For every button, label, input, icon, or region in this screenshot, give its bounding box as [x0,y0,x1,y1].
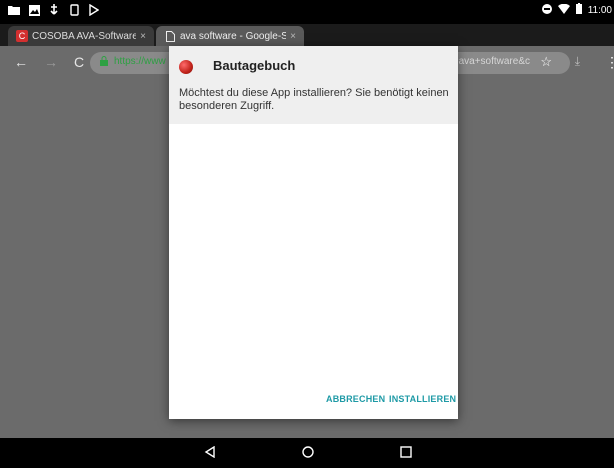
tab-strip: C COSOBA AVA-Software, Bau × ava softwar… [0,24,614,66]
url-text: https://www [114,56,166,67]
home-nav-icon[interactable] [302,445,314,461]
navigation-bar [0,438,614,468]
reload-icon[interactable]: C [74,54,84,70]
lock-icon [100,56,108,69]
app-icon [179,60,193,74]
sim-icon [68,4,80,16]
close-icon[interactable]: × [140,31,146,42]
install-button[interactable]: INSTALLIEREN [389,394,456,404]
page-icon [164,30,176,42]
back-nav-icon[interactable] [204,445,216,461]
cosoba-favicon-icon: C [16,30,28,42]
play-store-icon [88,4,100,16]
folder-icon [8,4,20,16]
image-icon [28,4,40,16]
usb-icon [48,4,60,16]
clock-time: 11:00 [587,4,612,16]
cancel-button[interactable]: ABBRECHEN [326,394,385,404]
star-bookmark-icon[interactable]: ☆ [540,54,552,70]
app-name: Bautagebuch [213,58,296,73]
tab-title: COSOBA AVA-Software, Bau [32,30,137,42]
status-bar: 11:00 [0,0,614,24]
notification-icons [8,4,100,16]
system-icons: 11:00 [541,3,612,17]
install-app-dialog: Bautagebuch Möchtest du diese App instal… [169,46,458,419]
wifi-icon [557,3,570,17]
back-arrow-icon[interactable]: ← [14,54,28,70]
forward-arrow-icon[interactable]: → [44,54,58,70]
close-icon[interactable]: × [290,31,296,42]
tab-title: ava software - Google-Suche [180,30,287,42]
recents-nav-icon[interactable] [400,445,412,461]
do-not-disturb-icon [541,3,552,17]
tab-google-search[interactable]: ava software - Google-Suche × [156,26,304,46]
tab-cosoba[interactable]: C COSOBA AVA-Software, Bau × [8,26,154,46]
battery-icon [575,3,582,17]
dialog-message: Möchtest du diese App installieren? Sie … [179,87,449,112]
dialog-header: Bautagebuch Möchtest du diese App instal… [169,46,458,124]
overflow-menu-icon[interactable]: ⋮ [605,54,614,71]
download-icon[interactable]: ⤓ [575,54,580,69]
